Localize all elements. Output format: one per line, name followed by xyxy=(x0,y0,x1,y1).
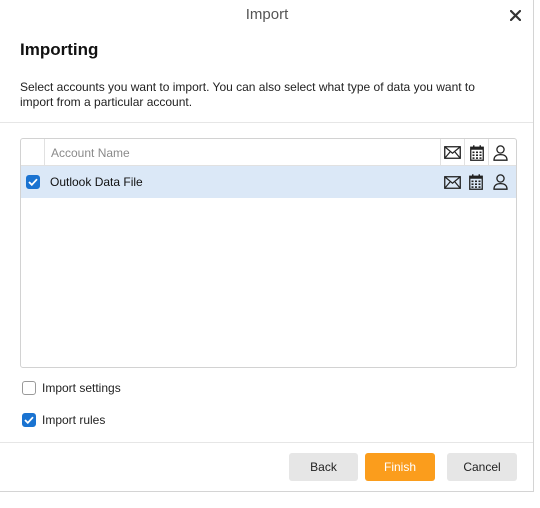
back-button[interactable]: Back xyxy=(289,453,358,481)
column-header-account-name: Account Name xyxy=(51,146,130,160)
import-rules-option[interactable]: Import rules xyxy=(22,413,105,427)
title-bar: Import xyxy=(0,0,534,32)
checkbox-checked[interactable] xyxy=(26,175,40,189)
page-heading: Importing xyxy=(20,40,99,59)
import-settings-label: Import settings xyxy=(42,381,121,395)
close-button[interactable] xyxy=(504,5,526,25)
mail-icon xyxy=(444,146,461,159)
top-divider xyxy=(0,122,534,123)
contact-icon xyxy=(492,174,508,190)
finish-button[interactable]: Finish xyxy=(365,453,435,481)
row-checkbox[interactable] xyxy=(26,175,40,189)
calendar-icon xyxy=(469,144,484,161)
cancel-button[interactable]: Cancel xyxy=(447,453,517,481)
footer-divider xyxy=(0,442,534,443)
calendar-icon xyxy=(469,174,483,190)
checkmark-icon xyxy=(24,416,34,424)
row-calendar-toggle[interactable] xyxy=(464,170,488,194)
row-mail-toggle[interactable] xyxy=(440,170,464,194)
table-header: Account Name xyxy=(21,139,516,166)
accounts-table: Account Name Outlook Data File xyxy=(20,138,517,368)
dialog-edge-bottom xyxy=(0,491,534,492)
import-rules-checkbox[interactable] xyxy=(22,413,36,427)
dialog-edge-right xyxy=(533,0,534,492)
row-account-name: Outlook Data File xyxy=(50,175,143,189)
header-mail-toggle[interactable] xyxy=(440,139,464,166)
mail-icon xyxy=(443,175,461,189)
contact-icon xyxy=(493,144,508,161)
window-title: Import xyxy=(245,6,289,23)
header-check-cell xyxy=(21,139,45,166)
import-settings-checkbox[interactable] xyxy=(22,381,36,395)
header-calendar-toggle[interactable] xyxy=(464,139,488,166)
import-rules-label: Import rules xyxy=(42,413,106,427)
checkmark-icon xyxy=(28,178,38,186)
import-settings-option[interactable]: Import settings xyxy=(22,381,121,395)
close-icon xyxy=(509,9,521,21)
page-description: Select accounts you want to import. You … xyxy=(20,80,475,109)
import-dialog: Import Importing Select accounts you wan… xyxy=(0,0,534,490)
table-row[interactable]: Outlook Data File xyxy=(21,166,516,198)
row-contact-toggle[interactable] xyxy=(488,170,512,194)
header-contact-toggle[interactable] xyxy=(488,139,512,166)
